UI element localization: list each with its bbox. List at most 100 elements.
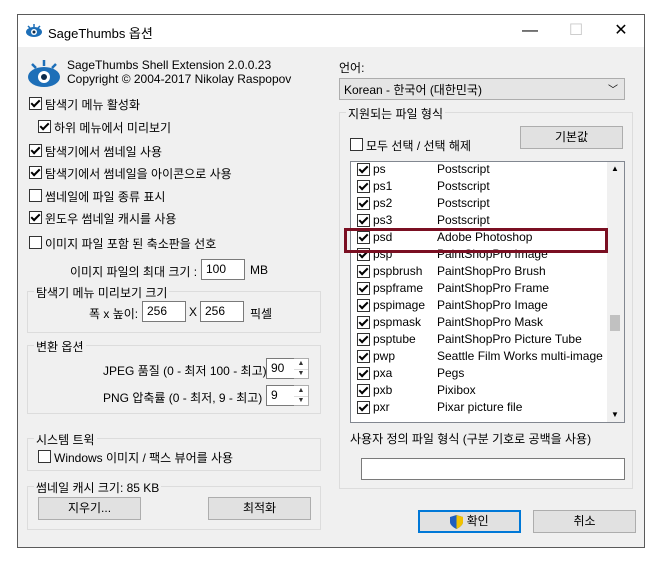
format-row[interactable]: ps Postscript xyxy=(351,162,609,178)
jpeg-quality-spinner[interactable]: ▲ ▼ xyxy=(294,358,309,379)
file-format-list[interactable]: ps Postscript ps1 Postscript ps2 Postscript ps… xyxy=(350,161,625,423)
select-all-label: 모두 선택 / 선택 해제 xyxy=(366,139,471,153)
windows-viewer-checkbox[interactable] xyxy=(38,450,51,463)
format-description: Pixar picture file xyxy=(437,400,523,414)
format-checkbox[interactable] xyxy=(357,299,370,312)
format-extension: pspimage xyxy=(373,298,426,312)
format-checkbox[interactable] xyxy=(357,214,370,227)
png-compression-spinner[interactable]: ▲ ▼ xyxy=(294,385,309,406)
language-select[interactable]: Korean - 한국어 (대한민국) ﹀ xyxy=(339,78,625,100)
max-size-label: 이미지 파일의 최대 크기 : xyxy=(70,265,198,279)
format-checkbox[interactable] xyxy=(357,333,370,346)
close-button[interactable]: ✕ xyxy=(598,15,644,47)
format-checkbox[interactable] xyxy=(357,163,370,176)
enable-menu-label: 탐색기 메뉴 활성화 xyxy=(45,98,140,112)
custom-formats-input[interactable] xyxy=(361,458,625,480)
format-checkbox[interactable] xyxy=(357,180,370,193)
maximize-button: ☐ xyxy=(568,22,584,39)
custom-formats-label: 사용자 정의 파일 형식 (구분 기호로 공백을 사용) xyxy=(350,432,592,446)
format-checkbox[interactable] xyxy=(357,282,370,295)
cancel-button[interactable]: 취소 xyxy=(533,510,636,533)
shield-icon xyxy=(450,514,464,529)
select-all-checkbox[interactable] xyxy=(350,138,363,151)
list-scrollbar[interactable]: ▲ ▼ xyxy=(607,162,624,422)
chevron-down-icon: ﹀ xyxy=(608,85,618,96)
times-label: X xyxy=(189,305,198,319)
pixel-unit: 픽셀 xyxy=(250,307,273,321)
thumbs-as-icons-label: 탐색기에서 썸네일을 아이콘으로 사용 xyxy=(45,167,232,181)
preview-width-input[interactable]: 256 xyxy=(142,301,186,322)
format-description: PaintShopPro Mask xyxy=(437,315,544,329)
minimize-button[interactable]: — xyxy=(507,15,553,47)
use-thumbnails-checkbox[interactable] xyxy=(29,144,42,157)
format-row[interactable]: pspbrush PaintShopPro Brush xyxy=(351,263,609,280)
prefer-embedded-checkbox[interactable] xyxy=(29,236,42,249)
default-button[interactable]: 기본값 xyxy=(520,126,623,149)
format-extension: pwp xyxy=(373,349,396,363)
scroll-thumb[interactable] xyxy=(610,315,620,331)
format-description: Postscript xyxy=(437,162,490,176)
format-row[interactable]: pspmask PaintShopPro Mask xyxy=(351,314,609,331)
scroll-down-icon[interactable]: ▼ xyxy=(611,410,619,419)
format-checkbox[interactable] xyxy=(357,197,370,210)
format-checkbox[interactable] xyxy=(357,316,370,329)
sagethumbs-logo-icon xyxy=(28,60,60,87)
format-row[interactable]: pxb Pixibox xyxy=(351,382,609,399)
windows-cache-label: 윈도우 썸네일 캐시를 사용 xyxy=(45,212,177,226)
windows-cache-checkbox[interactable] xyxy=(29,211,42,224)
psd-row-highlight xyxy=(344,228,608,253)
use-thumbnails-label: 탐색기에서 썸네일 사용 xyxy=(45,145,163,159)
format-checkbox[interactable] xyxy=(357,265,370,278)
format-row[interactable]: pspframe PaintShopPro Frame xyxy=(351,280,609,297)
format-extension: pxr xyxy=(373,400,390,414)
format-description: PaintShopPro Frame xyxy=(437,281,550,295)
format-checkbox[interactable] xyxy=(357,401,370,414)
format-row[interactable]: psptube PaintShopPro Picture Tube xyxy=(351,331,609,348)
format-checkbox[interactable] xyxy=(357,350,370,363)
thumbs-as-icons-checkbox[interactable] xyxy=(29,166,42,179)
format-description: Postscript xyxy=(437,179,490,193)
ok-button[interactable]: 확인 xyxy=(418,510,521,533)
format-extension: psptube xyxy=(373,332,416,346)
format-row[interactable]: pwp Seattle Film Works multi-image xyxy=(351,348,609,365)
format-row[interactable]: ps2 Postscript xyxy=(351,195,609,212)
windows-viewer-label: Windows 이미지 / 팩스 뷰어를 사용 xyxy=(54,451,234,465)
clear-cache-button[interactable]: 지우기... xyxy=(38,497,141,520)
enable-menu-checkbox[interactable] xyxy=(29,97,42,110)
system-tweak-group-title: 시스템 트윅 xyxy=(34,431,97,448)
format-row[interactable]: pxr Pixar picture file xyxy=(351,399,609,416)
png-compression-input[interactable]: 9 xyxy=(266,385,295,406)
preview-size-group-title: 탐색기 메뉴 미리보기 크기 xyxy=(34,284,170,301)
window-title: SageThumbs 옵션 xyxy=(48,26,153,41)
format-extension: ps1 xyxy=(373,179,393,193)
format-extension: pxb xyxy=(373,383,393,397)
format-row[interactable]: ps1 Postscript xyxy=(351,178,609,195)
convert-options-group-title: 변환 옵션 xyxy=(34,338,86,355)
format-description: Pixibox xyxy=(437,383,476,397)
format-description: Postscript xyxy=(437,196,490,210)
spin-down-icon[interactable]: ▼ xyxy=(294,369,308,379)
spin-down-icon[interactable]: ▼ xyxy=(294,396,308,406)
title-bar: SageThumbs 옵션 — ☐ ✕ xyxy=(18,15,644,47)
thumbnail-cache-group-title: 썸네일 캐시 크기: 85 KB xyxy=(34,479,162,496)
optimize-cache-button[interactable]: 최적화 xyxy=(208,497,311,520)
format-extension: pspbrush xyxy=(373,264,423,278)
language-label: 언어: xyxy=(339,61,365,75)
jpeg-quality-input[interactable]: 90 xyxy=(266,358,295,379)
show-file-type-checkbox[interactable] xyxy=(29,189,42,202)
format-description: Seattle Film Works multi-image xyxy=(437,349,603,363)
scroll-up-icon[interactable]: ▲ xyxy=(611,164,619,173)
format-row[interactable]: ps3 Postscript xyxy=(351,212,609,229)
format-row[interactable]: pspimage PaintShopPro Image xyxy=(351,297,609,314)
max-size-input[interactable]: 100 xyxy=(201,259,245,280)
format-description: Postscript xyxy=(437,213,490,227)
format-description: PaintShopPro Brush xyxy=(437,264,546,278)
format-description: PaintShopPro Picture Tube xyxy=(437,332,582,346)
format-extension: pxa xyxy=(373,366,393,380)
format-row[interactable]: pxa Pegs xyxy=(351,365,609,382)
format-checkbox[interactable] xyxy=(357,384,370,397)
preview-height-input[interactable]: 256 xyxy=(200,301,244,322)
format-checkbox[interactable] xyxy=(357,367,370,380)
submenu-preview-checkbox[interactable] xyxy=(38,120,51,133)
app-version: SageThumbs Shell Extension 2.0.0.23 xyxy=(67,58,272,72)
